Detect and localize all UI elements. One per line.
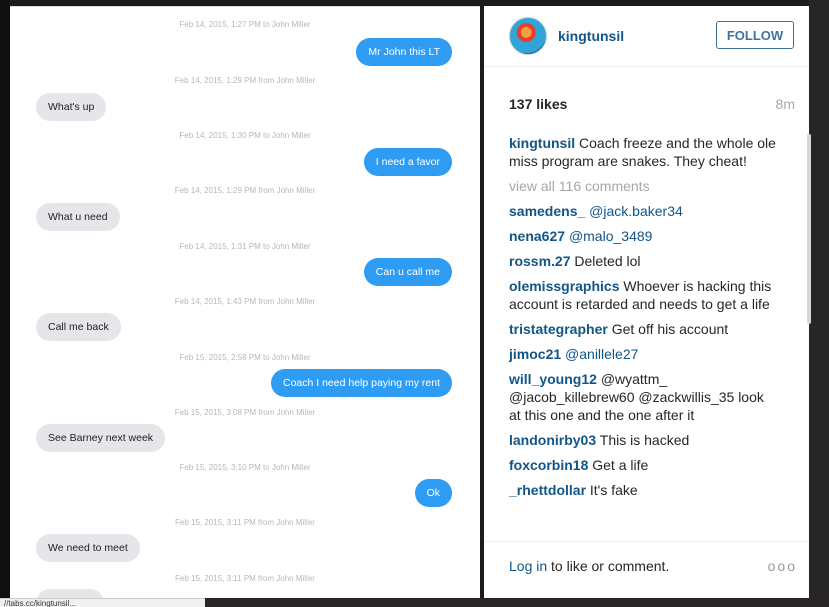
comment-text[interactable]: @malo_3489 [569,228,653,244]
message-timestamp: Feb 15, 2015, 3:08 PM from John Miller [174,408,316,417]
login-prompt: Log in to like or comment. [509,558,669,574]
comment: landonirby03 This is hacked [509,431,779,449]
message-bubble-sent: Coach I need help paying my rent [270,369,452,397]
comment: olemissgraphics Whoever is hacking this … [509,277,779,313]
comment-text: It's fake [589,482,638,498]
caption: kingtunsil Coach freeze and the whole ol… [509,134,779,170]
backdrop-left [0,0,10,607]
comment: tristategrapher Get off his account [509,320,779,338]
message-bubble-received [36,589,104,598]
post-header: kingtunsil FOLLOW [484,6,809,67]
message-timestamp: Feb 14, 2015, 1:31 PM to John Miller [179,242,311,251]
comment-text: This is hacked [599,432,690,448]
message-timestamp: Feb 14, 2015, 1:29 PM from John Miller [174,186,316,195]
backdrop-right [809,0,829,607]
post-photo: Feb 14, 2015, 1:27 PM to John Miller Mr … [10,6,480,598]
message-bubble-sent: Mr John this LT [356,38,452,66]
message-bubble-received: What's up [36,93,107,121]
message-bubble-received: What u need [36,203,120,231]
photo-top-line [10,6,480,7]
comment-user[interactable]: tristategrapher [509,321,608,337]
comments-scrollbar[interactable] [807,134,811,324]
comment: foxcorbin18 Get a life [509,456,779,474]
message-timestamp: Feb 15, 2015, 3:11 PM from John Miller [175,574,315,583]
follow-button[interactable]: FOLLOW [716,21,794,49]
message-bubble-received: Call me back [36,313,121,341]
post-time: 8m [775,96,795,112]
likes-count[interactable]: 137 likes [509,96,567,112]
comment-text: Deleted lol [574,253,641,269]
avatar[interactable] [509,17,547,55]
message-timestamp: Feb 14, 2015, 1:30 PM to John Miller [179,131,311,140]
post-footer: Log in to like or comment. ooo [484,541,809,599]
view-all-comments-link[interactable]: view all 116 comments [509,177,779,195]
message-timestamp: Feb 14, 2015, 1:27 PM to John Miller [179,20,311,29]
message-bubble-sent: I need a favor [363,148,452,176]
username-link[interactable]: kingtunsil [558,28,624,44]
comment-text: Get off his account [611,321,729,337]
comment: _rhettdollar It's fake [509,481,779,499]
comment-user[interactable]: _rhettdollar [509,482,586,498]
comment-user[interactable]: kingtunsil [509,135,575,151]
login-link[interactable]: Log in [509,558,547,574]
comment-user[interactable]: landonirby03 [509,432,596,448]
message-timestamp: Feb 14, 2015, 1:43 PM from John Miller [174,297,316,306]
comment-text[interactable]: @anillele27 [565,346,638,362]
login-suffix: to like or comment. [547,558,670,574]
message-timestamp: Feb 14, 2015, 1:29 PM from John Miller [174,76,316,85]
comment-user[interactable]: olemissgraphics [509,278,620,294]
post-details-panel: kingtunsil FOLLOW 137 likes 8m kingtunsi… [484,6,811,599]
message-bubble-received: See Barney next week [36,424,166,452]
browser-status-bar: //tabs.cc/kingtunsil... [0,598,205,607]
message-timestamp: Feb 15, 2015, 3:11 PM from John Miller [175,518,315,527]
message-bubble-received: We need to meet [36,534,140,562]
comment: jimoc21 @anillele27 [509,345,779,363]
comment: samedens_ @jack.baker34 [509,202,779,220]
message-timestamp: Feb 15, 2015, 2:58 PM to John Miller [179,353,311,362]
message-bubble-sent: Ok [414,479,452,507]
more-options-icon[interactable]: ooo [768,558,797,574]
comment: will_young12 @wyattm_ @jacob_killebrew60… [509,370,779,424]
comments-list: kingtunsil Coach freeze and the whole ol… [509,134,779,506]
message-timestamp: Feb 15, 2015, 3:10 PM to John Miller [179,463,311,472]
comment-user[interactable]: will_young12 [509,371,597,387]
comment-user[interactable]: rossm.27 [509,253,570,269]
comment-user[interactable]: jimoc21 [509,346,561,362]
comment: rossm.27 Deleted lol [509,252,779,270]
comment-user[interactable]: samedens_ [509,203,585,219]
comment-user[interactable]: nena627 [509,228,565,244]
comment-text[interactable]: @jack.baker34 [589,203,683,219]
message-bubble-sent: Can u call me [363,258,452,286]
comment: nena627 @malo_3489 [509,227,779,245]
comment-text: Get a life [592,457,649,473]
comment-user[interactable]: foxcorbin18 [509,457,588,473]
